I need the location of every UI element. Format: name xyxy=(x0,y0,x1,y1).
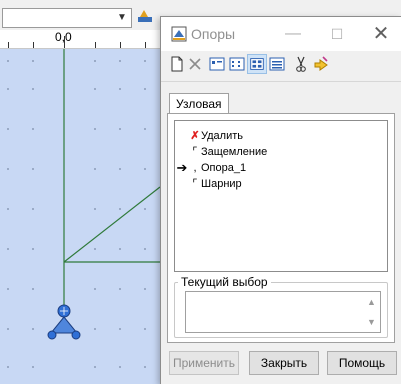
list-item-label: Удалить xyxy=(201,130,243,142)
current-selection-group: ▲ ▼ xyxy=(174,282,388,338)
view-details-icon[interactable] xyxy=(207,54,227,74)
hinge-icon: ⌜ xyxy=(192,178,198,190)
close-button[interactable]: Закрыть xyxy=(249,351,319,375)
supports-dialog: Опоры — ☐ ✕ Узловая ✗ Удалить ⌜ Защемлен… xyxy=(160,16,401,384)
close-icon[interactable]: ✕ xyxy=(361,17,401,51)
current-selection-label: Текущий выбор xyxy=(178,275,271,289)
workshop-tool-icon[interactable] xyxy=(136,7,154,25)
dialog-title: Опоры xyxy=(191,26,236,42)
support-icon: , xyxy=(193,162,197,174)
chevron-down-icon[interactable]: ▼ xyxy=(114,10,130,26)
toolbar-separator xyxy=(161,81,401,82)
red-x-icon: ✗ xyxy=(190,130,200,142)
dialog-toolbar xyxy=(161,53,401,75)
delete-icon[interactable] xyxy=(185,54,205,74)
tab-panel: ✗ Удалить ⌜ Защемление ➔ , Опора_1 ⌜ Шар… xyxy=(167,113,395,343)
view-small-icon[interactable] xyxy=(267,54,287,74)
apply-button[interactable]: Применить xyxy=(169,351,239,375)
dialog-titlebar[interactable]: Опоры — ☐ ✕ xyxy=(161,17,401,51)
support-node-icon[interactable] xyxy=(47,304,81,340)
scroll-down-icon[interactable]: ▼ xyxy=(363,314,380,330)
rename-icon[interactable] xyxy=(311,54,331,74)
maximize-icon[interactable]: ☐ xyxy=(317,17,357,51)
frame-brace-line xyxy=(63,186,161,263)
help-button[interactable]: Помощь xyxy=(327,351,397,375)
ruler-origin-label: 0,0 xyxy=(55,30,72,44)
view-list-icon[interactable] xyxy=(227,54,247,74)
list-item-label: Опора_1 xyxy=(201,162,247,174)
cut-icon[interactable] xyxy=(291,54,311,74)
view-large-icon[interactable] xyxy=(247,54,267,74)
fixed-support-icon: ⌜ xyxy=(192,146,198,158)
selection-scrollbar[interactable]: ▲ ▼ xyxy=(363,292,380,332)
new-icon[interactable] xyxy=(167,54,187,74)
list-item-label: Защемление xyxy=(201,146,268,158)
minimize-icon[interactable]: — xyxy=(273,17,313,51)
supports-list[interactable]: ✗ Удалить ⌜ Защемление ➔ , Опора_1 ⌜ Шар… xyxy=(174,120,388,272)
layer-combobox[interactable]: ▼ xyxy=(2,8,132,28)
current-arrow-icon: ➔ xyxy=(176,160,188,175)
scroll-up-icon[interactable]: ▲ xyxy=(363,294,380,310)
current-selection-field[interactable]: ▲ ▼ xyxy=(185,291,381,333)
supports-app-icon xyxy=(171,26,187,42)
tab-nodal[interactable]: Узловая xyxy=(169,93,229,114)
list-item-label: Шарнир xyxy=(201,178,242,190)
